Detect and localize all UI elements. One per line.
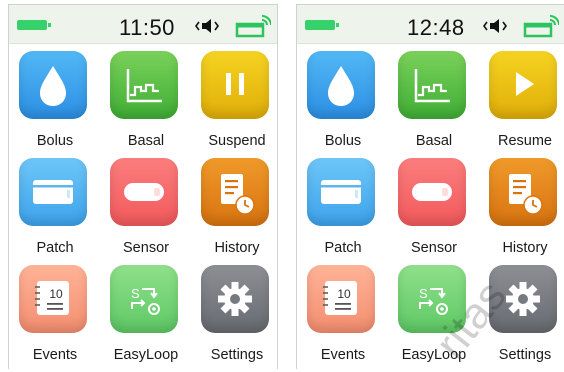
sound-muted-icon — [195, 19, 219, 33]
status-bar: 12:48 — [297, 5, 564, 44]
gear-icon — [218, 282, 252, 316]
suspend-tile[interactable] — [201, 51, 269, 119]
resume-tile[interactable] — [489, 51, 557, 119]
battery-icon — [17, 20, 51, 30]
app-easyloop[interactable]: S EasyLoop — [388, 263, 480, 367]
play-icon — [516, 72, 534, 96]
app-sensor[interactable]: Sensor — [388, 156, 480, 260]
history-tile[interactable] — [489, 158, 557, 226]
app-label: Events — [32, 347, 78, 363]
easyloop-icon: S — [419, 286, 448, 315]
app-label: Settings — [210, 347, 264, 363]
settings-tile[interactable] — [201, 265, 269, 333]
calendar-number: 10 — [337, 287, 351, 301]
app-suspend[interactable]: Suspend — [191, 49, 277, 153]
patch-tile[interactable] — [307, 158, 375, 226]
app-basal[interactable]: Basal — [388, 49, 480, 153]
app-label: Sensor — [411, 240, 457, 256]
sensor-icon — [124, 183, 164, 201]
calendar-number: 10 — [49, 287, 63, 301]
app-history[interactable]: History — [479, 156, 564, 260]
signal-icon — [235, 15, 271, 38]
history-icon — [221, 174, 255, 215]
sensor-tile[interactable] — [110, 158, 178, 226]
patch-icon — [321, 180, 361, 204]
app-settings[interactable]: Settings — [191, 263, 277, 367]
patch-tile[interactable] — [19, 158, 87, 226]
pump-screen-right: 12:48 Bolus Basal Resume Patch Sensor Hi… — [296, 4, 564, 369]
app-history[interactable]: History — [191, 156, 277, 260]
easyloop-icon: S — [131, 286, 160, 315]
patch-icon — [33, 180, 73, 204]
app-easyloop[interactable]: S EasyLoop — [100, 263, 192, 367]
app-label: History — [214, 240, 260, 256]
app-label: Basal — [127, 133, 165, 149]
history-tile[interactable] — [201, 158, 269, 226]
basal-tile[interactable] — [110, 51, 178, 119]
app-label: Patch — [324, 240, 362, 256]
app-label: History — [502, 240, 548, 256]
easyloop-tile[interactable]: S — [110, 265, 178, 333]
pause-icon — [226, 73, 244, 95]
status-bar: 11:50 — [9, 5, 277, 44]
svg-text:S: S — [419, 286, 428, 301]
sound-muted-icon — [483, 19, 507, 33]
app-label: Settings — [498, 347, 552, 363]
app-label: Bolus — [324, 133, 362, 149]
app-label: Suspend — [208, 133, 266, 149]
svg-text:S: S — [131, 286, 140, 301]
app-patch[interactable]: Patch — [9, 156, 101, 260]
history-icon — [509, 174, 543, 215]
signal-icon — [523, 15, 559, 38]
app-bolus[interactable]: Bolus — [297, 49, 389, 153]
events-calendar-icon: 10 — [323, 281, 357, 315]
app-label: EasyLoop — [113, 347, 179, 363]
app-label: EasyLoop — [401, 347, 467, 363]
bolus-tile[interactable] — [19, 51, 87, 119]
app-patch[interactable]: Patch — [297, 156, 389, 260]
settings-tile[interactable] — [489, 265, 557, 333]
sensor-icon — [412, 183, 452, 201]
bolus-tile[interactable] — [307, 51, 375, 119]
drop-icon — [40, 66, 66, 106]
basal-tile[interactable] — [398, 51, 466, 119]
app-settings[interactable]: Settings — [479, 263, 564, 367]
sensor-tile[interactable] — [398, 158, 466, 226]
app-sensor[interactable]: Sensor — [100, 156, 192, 260]
app-events[interactable]: 10 Events — [297, 263, 389, 367]
app-resume[interactable]: Resume — [479, 49, 564, 153]
basal-graph-icon — [126, 69, 162, 103]
app-label: Events — [320, 347, 366, 363]
pump-screen-left: 11:50 Bolus Basal Suspend Patch Sensor H… — [8, 4, 278, 369]
drop-icon — [328, 66, 354, 106]
app-basal[interactable]: Basal — [100, 49, 192, 153]
events-calendar-icon: 10 — [35, 281, 69, 315]
events-tile[interactable]: 10 — [19, 265, 87, 333]
app-bolus[interactable]: Bolus — [9, 49, 101, 153]
basal-graph-icon — [414, 69, 450, 103]
events-tile[interactable]: 10 — [307, 265, 375, 333]
app-label: Resume — [498, 133, 552, 149]
app-events[interactable]: 10 Events — [9, 263, 101, 367]
app-label: Sensor — [123, 240, 169, 256]
app-label: Basal — [415, 133, 453, 149]
gear-icon — [506, 282, 540, 316]
app-label: Patch — [36, 240, 74, 256]
app-label: Bolus — [36, 133, 74, 149]
easyloop-tile[interactable]: S — [398, 265, 466, 333]
battery-icon — [305, 20, 339, 30]
